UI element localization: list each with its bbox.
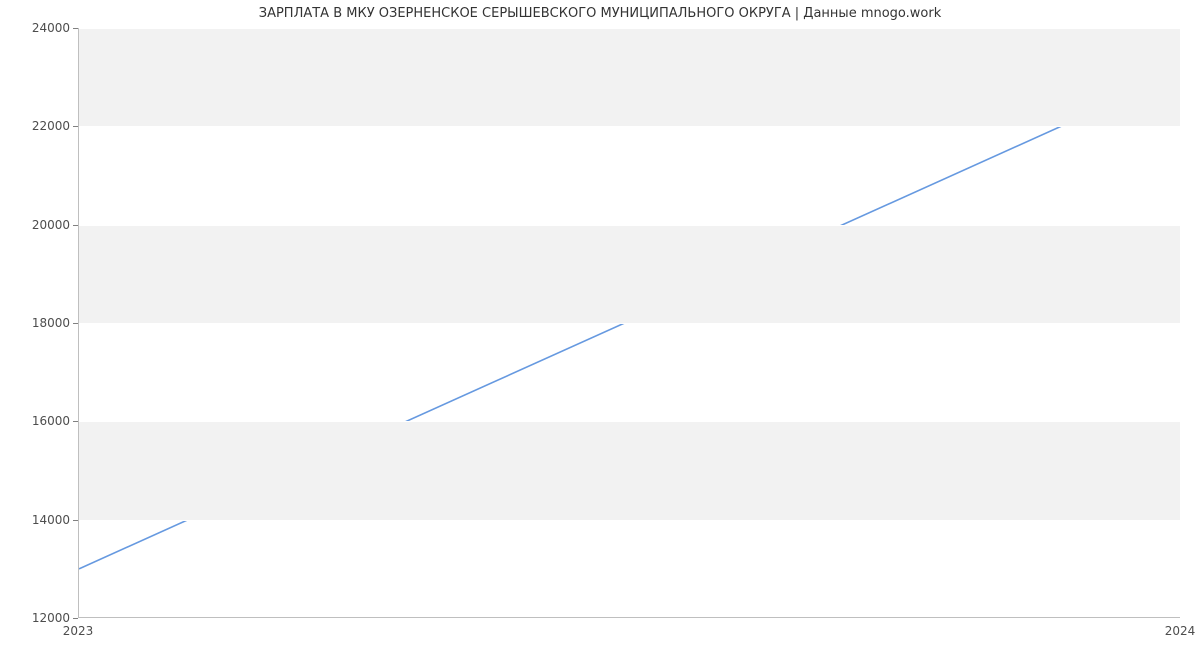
y-tick-label: 12000 xyxy=(6,611,70,625)
gridline xyxy=(79,28,1180,29)
chart-title: ЗАРПЛАТА В МКУ ОЗЕРНЕНСКОЕ СЕРЫШЕВСКОГО … xyxy=(0,6,1200,21)
y-tick-label: 22000 xyxy=(6,119,70,133)
y-tick-mark xyxy=(73,323,78,324)
line-chart: ЗАРПЛАТА В МКУ ОЗЕРНЕНСКОЕ СЕРЫШЕВСКОГО … xyxy=(0,0,1200,650)
gridline xyxy=(79,225,1180,226)
y-tick-mark xyxy=(73,520,78,521)
y-tick-label: 14000 xyxy=(6,513,70,527)
gridline xyxy=(79,126,1180,127)
x-tick-label: 2023 xyxy=(63,624,94,638)
y-tick-label: 20000 xyxy=(6,218,70,232)
x-tick-label: 2024 xyxy=(1165,624,1196,638)
gridline xyxy=(79,421,1180,422)
y-tick-mark xyxy=(73,126,78,127)
y-tick-mark xyxy=(73,421,78,422)
grid-band xyxy=(79,28,1180,126)
grid-band xyxy=(79,225,1180,323)
y-tick-mark xyxy=(73,618,78,619)
y-tick-label: 18000 xyxy=(6,316,70,330)
y-tick-mark xyxy=(73,225,78,226)
grid-band xyxy=(79,421,1180,519)
gridline xyxy=(79,520,1180,521)
y-tick-label: 16000 xyxy=(6,414,70,428)
y-tick-mark xyxy=(73,28,78,29)
plot-area xyxy=(78,28,1180,618)
gridline xyxy=(79,323,1180,324)
y-tick-label: 24000 xyxy=(6,21,70,35)
